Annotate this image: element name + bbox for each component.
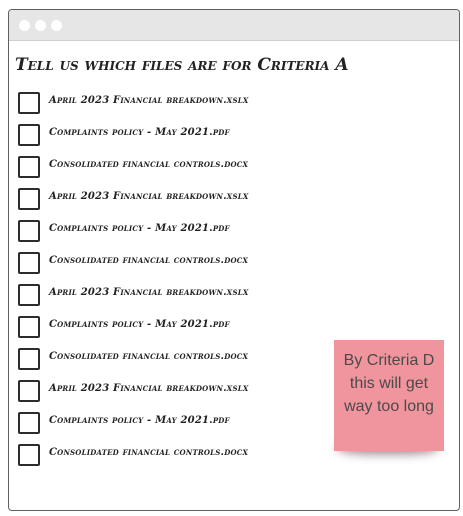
file-label: Complaints policy - May 2021.pdf — [49, 415, 230, 426]
file-checkbox-item[interactable]: Consolidated financial controls.docx — [18, 251, 318, 283]
file-checkbox-item[interactable]: Complaints policy - May 2021.pdf — [18, 219, 318, 251]
checkbox[interactable] — [18, 252, 40, 274]
window-titlebar — [9, 10, 459, 41]
window-dot-icon — [19, 20, 30, 31]
file-checkbox-item[interactable]: April 2023 Financial breakdown.xslx — [18, 379, 318, 411]
file-checkbox-item[interactable]: Complaints policy - May 2021.pdf — [18, 315, 318, 347]
file-checkbox-item[interactable]: Complaints policy - May 2021.pdf — [18, 123, 318, 155]
file-checkbox-item[interactable]: April 2023 Financial breakdown.xslx — [18, 91, 318, 123]
file-checkbox-list: April 2023 Financial breakdown.xslx Compl… — [18, 91, 318, 475]
checkbox[interactable] — [18, 316, 40, 338]
checkbox[interactable] — [18, 412, 40, 434]
checkbox[interactable] — [18, 220, 40, 242]
window-dot-icon — [51, 20, 62, 31]
file-label: Complaints policy - May 2021.pdf — [49, 223, 230, 234]
file-label: Consolidated financial controls.docx — [49, 351, 249, 362]
file-checkbox-item[interactable]: Consolidated financial controls.docx — [18, 347, 318, 379]
file-label: Consolidated financial controls.docx — [49, 255, 249, 266]
sticky-note: By Criteria D this will get way too long — [334, 340, 444, 451]
file-checkbox-item[interactable]: Consolidated financial controls.docx — [18, 155, 318, 187]
file-label: Consolidated financial controls.docx — [49, 159, 249, 170]
file-checkbox-item[interactable]: April 2023 Financial breakdown.xslx — [18, 283, 318, 315]
checkbox[interactable] — [18, 156, 40, 178]
file-label: April 2023 Financial breakdown.xslx — [49, 287, 249, 298]
checkbox[interactable] — [18, 348, 40, 370]
page-heading: Tell us which files are for Criteria A — [15, 55, 349, 75]
file-checkbox-item[interactable]: Complaints policy - May 2021.pdf — [18, 411, 318, 443]
checkbox[interactable] — [18, 380, 40, 402]
file-checkbox-item[interactable]: Consolidated financial controls.docx — [18, 443, 318, 475]
file-checkbox-item[interactable]: April 2023 Financial breakdown.xslx — [18, 187, 318, 219]
checkbox[interactable] — [18, 284, 40, 306]
window-dot-icon — [35, 20, 46, 31]
checkbox[interactable] — [18, 188, 40, 210]
file-label: April 2023 Financial breakdown.xslx — [49, 191, 249, 202]
file-label: April 2023 Financial breakdown.xslx — [49, 383, 249, 394]
file-label: April 2023 Financial breakdown.xslx — [49, 95, 249, 106]
checkbox[interactable] — [18, 444, 40, 466]
file-label: Consolidated financial controls.docx — [49, 447, 249, 458]
file-label: Complaints policy - May 2021.pdf — [49, 127, 230, 138]
checkbox[interactable] — [18, 124, 40, 146]
checkbox[interactable] — [18, 92, 40, 114]
file-label: Complaints policy - May 2021.pdf — [49, 319, 230, 330]
